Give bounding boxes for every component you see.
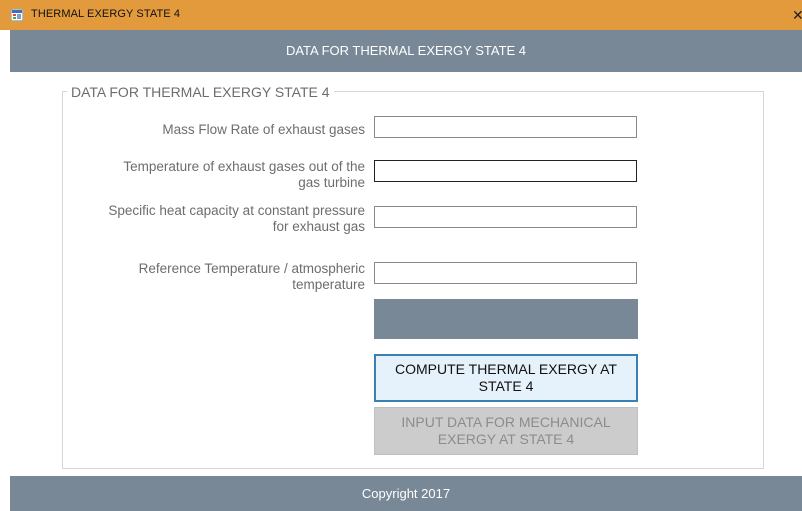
reference-temperature-input[interactable] xyxy=(374,262,637,284)
window-titlebar[interactable]: THERMAL EXERGY STATE 4 ✕ xyxy=(0,0,802,30)
groupbox-legend: DATA FOR THERMAL EXERGY STATE 4 xyxy=(67,84,334,100)
exhaust-temperature-label: Temperature of exhaust gases out of the … xyxy=(123,159,365,190)
thermal-exergy-groupbox: DATA FOR THERMAL EXERGY STATE 4 Mass Flo… xyxy=(62,84,764,469)
input-mechanical-exergy-button[interactable]: INPUT DATA FOR MECHANICAL EXERGY AT STAT… xyxy=(374,407,638,455)
compute-thermal-exergy-button[interactable]: COMPUTE THERMAL EXERGY AT STATE 4 xyxy=(374,354,638,402)
page-title: DATA FOR THERMAL EXERGY STATE 4 xyxy=(285,43,527,58)
window-title: THERMAL EXERGY STATE 4 xyxy=(31,8,181,20)
mass-flow-label: Mass Flow Rate of exhaust gases xyxy=(162,122,365,137)
app-window-icon xyxy=(11,9,23,21)
exhaust-temperature-input[interactable] xyxy=(374,160,637,182)
main-panel: DATA FOR THERMAL EXERGY STATE 4 Mass Flo… xyxy=(10,72,802,476)
specific-heat-label: Specific heat capacity at constant press… xyxy=(108,203,365,234)
specific-heat-input[interactable] xyxy=(374,206,637,228)
close-icon[interactable]: ✕ xyxy=(792,7,802,24)
page-footer: Copyright 2017 xyxy=(10,476,802,511)
result-display xyxy=(374,299,638,339)
copyright-text: Copyright 2017 xyxy=(361,486,451,501)
reference-temperature-label: Reference Temperature / atmospheric temp… xyxy=(138,261,365,292)
page-header: DATA FOR THERMAL EXERGY STATE 4 xyxy=(10,30,802,72)
mass-flow-input[interactable] xyxy=(374,116,637,138)
